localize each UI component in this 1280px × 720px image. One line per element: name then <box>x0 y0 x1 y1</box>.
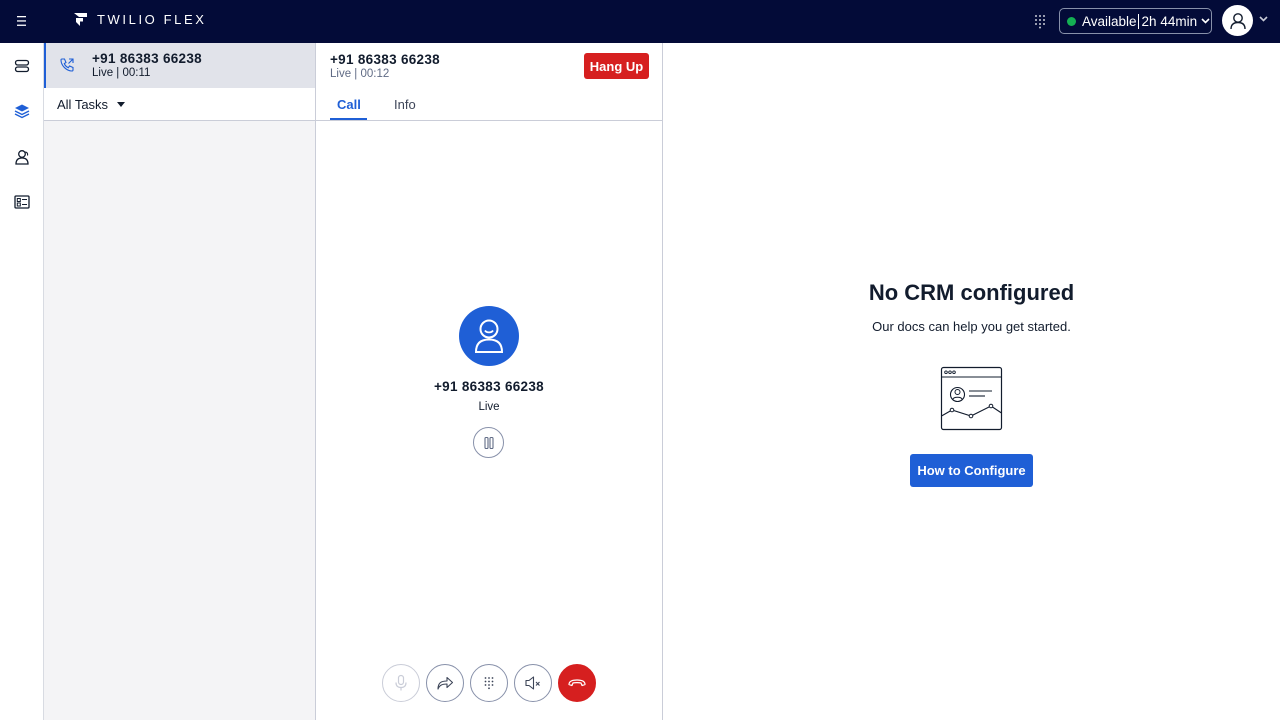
call-header-title: +91 86383 66238 <box>330 52 440 67</box>
tasks-layers-icon[interactable] <box>12 101 32 121</box>
crm-browser-illustration-icon <box>940 366 1003 431</box>
transfer-icon <box>437 676 454 690</box>
chevron-down-icon <box>1201 18 1210 24</box>
caller-status: Live <box>478 401 500 413</box>
hold-button[interactable] <box>473 427 504 458</box>
status-separator <box>1137 13 1139 29</box>
filter-label: All Tasks <box>57 97 109 112</box>
transfer-button[interactable] <box>426 664 464 702</box>
tab-info[interactable]: Info <box>394 97 416 112</box>
all-tasks-filter-dropdown[interactable]: All Tasks <box>57 97 126 112</box>
tab-call[interactable]: Call <box>337 97 361 112</box>
microphone-icon <box>395 674 407 691</box>
dialpad-icon[interactable] <box>1033 13 1047 29</box>
dialpad-button[interactable] <box>470 664 508 702</box>
top-bar: TWILIO FLEX Available 2h 44min <box>0 0 1280 43</box>
crm-empty-title: No CRM configured <box>868 280 1075 305</box>
phone-call-icon <box>60 58 74 72</box>
dashboard-icon[interactable] <box>12 192 32 212</box>
activity-status-selector[interactable]: Available 2h 44min <box>1059 8 1212 34</box>
user-icon <box>474 319 504 353</box>
brand-logo: TWILIO FLEX <box>73 12 207 27</box>
end-call-button[interactable] <box>558 664 596 702</box>
caller-avatar <box>459 306 519 366</box>
crm-empty-description: Our docs can help you get started. <box>872 319 1071 334</box>
activity-timer: 2h 44min <box>1141 13 1198 29</box>
caret-down-icon <box>117 102 126 107</box>
speaker-mute-icon <box>525 676 540 690</box>
flex-logo-icon <box>74 13 87 26</box>
task-title: +91 86383 66238 <box>92 51 202 66</box>
user-avatar[interactable] <box>1222 5 1253 36</box>
pause-icon <box>483 436 494 449</box>
hamburger-menu-icon[interactable] <box>13 14 29 28</box>
user-menu-chevron-icon[interactable] <box>1259 16 1268 22</box>
brand-name: TWILIO FLEX <box>97 12 207 27</box>
teams-icon[interactable] <box>12 147 32 167</box>
how-to-configure-button[interactable]: How to Configure <box>910 454 1033 487</box>
call-header-status: Live | 00:12 <box>330 68 390 80</box>
mute-button[interactable] <box>382 664 420 702</box>
hang-up-button[interactable]: Hang Up <box>584 53 649 79</box>
task-filter-bar: All Tasks <box>44 88 315 121</box>
end-call-icon <box>568 679 586 687</box>
task-status: Live | 00:11 <box>92 67 151 79</box>
user-icon <box>1229 12 1246 29</box>
crm-panel: No CRM configured Our docs can help you … <box>663 43 1280 720</box>
available-status-dot <box>1067 16 1076 26</box>
speaker-mute-button[interactable] <box>514 664 552 702</box>
side-navigation <box>0 43 44 720</box>
activity-label: Available <box>1082 13 1137 29</box>
active-tab-indicator <box>330 118 367 120</box>
call-tabs: Call Info <box>316 88 662 121</box>
task-list-panel: +91 86383 66238 Live | 00:11 All Tasks <box>44 43 316 720</box>
dialpad-icon <box>484 677 494 690</box>
caller-number: +91 86383 66238 <box>434 379 544 394</box>
queues-icon[interactable] <box>12 56 32 76</box>
call-canvas-panel: +91 86383 66238 Live | 00:12 Hang Up Cal… <box>316 43 663 720</box>
task-card[interactable]: +91 86383 66238 Live | 00:11 <box>44 43 315 88</box>
